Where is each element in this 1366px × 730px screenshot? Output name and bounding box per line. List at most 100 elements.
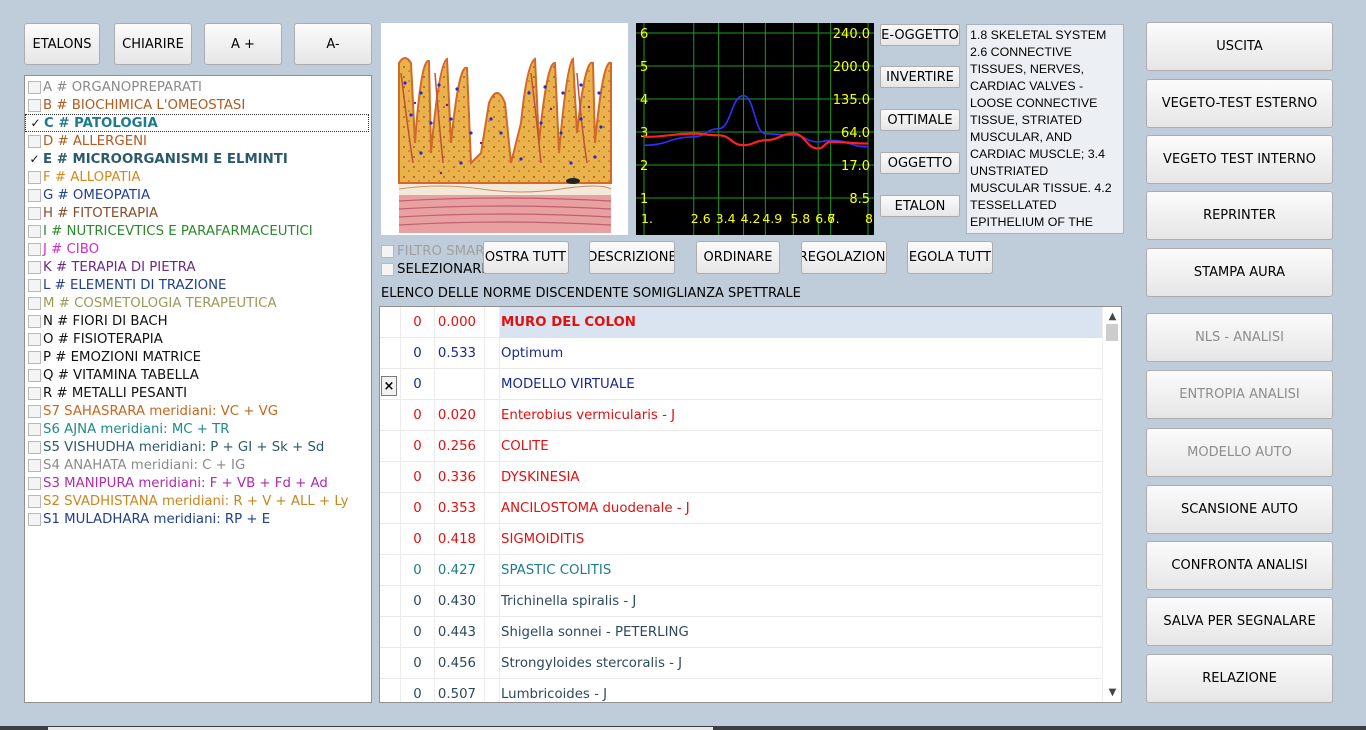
category-checkbox[interactable]	[28, 242, 41, 256]
category-item[interactable]: D # ALLERGENI	[25, 132, 371, 150]
category-checkbox[interactable]	[28, 224, 41, 238]
etalon-button[interactable]: ETALON	[880, 195, 960, 217]
category-checkbox[interactable]	[28, 314, 41, 328]
scroll-down-icon[interactable]: ▼	[1106, 686, 1119, 699]
filtro-smart-checkbox[interactable]: FILTRO SMART	[381, 244, 492, 259]
category-checkbox[interactable]	[28, 368, 41, 382]
category-checkbox[interactable]	[28, 206, 41, 220]
selezionare-checkbox[interactable]: SELEZIONARE	[381, 262, 490, 277]
etalons-button[interactable]: ETALONS	[24, 23, 100, 65]
confronta-analisi-button[interactable]: CONFRONTA ANALISI	[1146, 541, 1333, 590]
category-checkbox[interactable]	[28, 476, 41, 490]
table-row[interactable]: 0 0.443 Shigella sonnei - PETERLING	[380, 617, 1102, 648]
table-row[interactable]: 0 0.533 Optimum	[380, 338, 1102, 369]
relazione-button[interactable]: RELAZIONE	[1146, 654, 1333, 703]
e-oggetto-button[interactable]: E-OGGETTO	[880, 24, 960, 46]
scroll-up-icon[interactable]: ▲	[1106, 310, 1119, 323]
category-checkbox[interactable]	[28, 170, 41, 184]
salva-per-segnalare-button[interactable]: SALVA PER SEGNALARE	[1146, 597, 1333, 646]
table-row[interactable]: 0 0.456 Strongyloides stercoralis - J	[380, 648, 1102, 679]
category-item[interactable]: S1 MULADHARA meridiani: RP + E	[25, 510, 371, 528]
selezionare-box[interactable]	[381, 263, 394, 276]
category-checkbox[interactable]	[28, 332, 41, 346]
font-increase-button[interactable]: A +	[204, 23, 282, 65]
category-item[interactable]: M # COSMETOLOGIA TERAPEUTICA	[25, 294, 371, 312]
uscita-button[interactable]: USCITA	[1146, 22, 1333, 71]
category-item[interactable]: ✓ C # PATOLOGIA	[25, 114, 369, 132]
category-item[interactable]: O # FISIOTERAPIA	[25, 330, 371, 348]
entropia-analisi-button[interactable]: ENTROPIA ANALISI	[1146, 370, 1333, 419]
nls-analisi-button[interactable]: NLS - ANALISI	[1146, 313, 1333, 362]
category-checkbox[interactable]	[28, 134, 41, 148]
category-item[interactable]: R # METALLI PESANTI	[25, 384, 371, 402]
category-item[interactable]: B # BIOCHIMICA L'OMEOSTASI	[25, 96, 371, 114]
norm-table[interactable]: 0 0.000 MURO DEL COLON 0 0.533 Optimum × 0 MODEL…	[379, 306, 1122, 703]
category-list[interactable]: A # ORGANOPREPARATI B # BIOCHIMICA L'OMEO…	[24, 75, 372, 703]
table-row[interactable]: 0 0.336 DYSKINESIA	[380, 462, 1102, 493]
category-item[interactable]: P # EMOZIONI MATRICE	[25, 348, 371, 366]
remove-row-button[interactable]: ×	[381, 376, 397, 396]
category-checkbox[interactable]	[28, 260, 41, 274]
chiarire-button[interactable]: CHIARIRE	[114, 23, 192, 65]
category-item[interactable]: S5 VISHUDHA meridiani: P + GI + Sk + Sd	[25, 438, 371, 456]
category-item[interactable]: Q # VITAMINA TABELLA	[25, 366, 371, 384]
stampa-aura-button[interactable]: STAMPA AURA	[1146, 248, 1333, 297]
category-item[interactable]: S4 ANAHATA meridiani: C + IG	[25, 456, 371, 474]
category-item[interactable]: S6 AJNA meridiani: MC + TR	[25, 420, 371, 438]
table-row[interactable]: 0 0.427 SPASTIC COLITIS	[380, 555, 1102, 586]
vegeto-test-interno-button[interactable]: VEGETO TEST INTERNO	[1146, 135, 1333, 184]
modello-auto-button[interactable]: MODELLO AUTO	[1146, 428, 1333, 477]
category-item[interactable]: ✓ E # MICROORGANISMI E ELMINTI	[25, 150, 371, 168]
category-checkbox[interactable]: ✓	[28, 152, 41, 166]
category-checkbox[interactable]	[28, 278, 41, 292]
category-item[interactable]: I # NUTRICEVTICS E PARAFARMACEUTICI	[25, 222, 371, 240]
category-item[interactable]: G # OMEOPATIA	[25, 186, 371, 204]
category-checkbox[interactable]	[28, 98, 41, 112]
reprinter-button[interactable]: REPRINTER	[1146, 191, 1333, 240]
category-item[interactable]: A # ORGANOPREPARATI	[25, 78, 371, 96]
category-item[interactable]: F # ALLOPATIA	[25, 168, 371, 186]
category-checkbox[interactable]	[28, 350, 41, 364]
oggetto-button[interactable]: OGGETTO	[880, 152, 960, 174]
category-item[interactable]: L # ELEMENTI DI TRAZIONE	[25, 276, 371, 294]
category-checkbox[interactable]	[28, 494, 41, 508]
font-decrease-button[interactable]: A-	[294, 23, 372, 65]
scansione-auto-button[interactable]: SCANSIONE AUTO	[1146, 485, 1333, 534]
regolazioni-button[interactable]: REGOLAZIONI	[801, 241, 887, 274]
invertire-button[interactable]: INVERTIRE	[880, 66, 960, 88]
ordinare-button[interactable]: ORDINARE	[696, 241, 780, 274]
category-checkbox[interactable]	[28, 296, 41, 310]
category-checkbox[interactable]	[28, 188, 41, 202]
category-checkbox[interactable]	[28, 440, 41, 454]
ottimale-button[interactable]: OTTIMALE	[880, 109, 960, 131]
category-checkbox[interactable]	[28, 80, 41, 94]
vegeto-test-esterno-button[interactable]: VEGETO-TEST ESTERNO	[1146, 79, 1333, 128]
category-checkbox[interactable]	[28, 386, 41, 400]
table-row[interactable]: 0 0.000 MURO DEL COLON	[380, 307, 1102, 338]
category-item[interactable]: S3 MANIPURA meridiani: F + VB + Fd + Ad	[25, 474, 371, 492]
category-item[interactable]: K # TERAPIA DI PIETRA	[25, 258, 371, 276]
scroll-thumb[interactable]	[1106, 324, 1118, 341]
mostra-tutti-button[interactable]: OSTRA TUTT	[483, 241, 569, 274]
category-checkbox[interactable]: ✓	[29, 116, 42, 130]
table-row[interactable]: × 0 MODELLO VIRTUALE	[380, 369, 1102, 400]
category-checkbox[interactable]	[28, 458, 41, 472]
table-row[interactable]: 0 0.507 Lumbricoides - J	[380, 679, 1102, 702]
category-checkbox[interactable]	[28, 404, 41, 418]
table-row[interactable]: 0 0.020 Enterobius vermicularis - J	[380, 400, 1102, 431]
table-row[interactable]: 0 0.418 SIGMOIDITIS	[380, 524, 1102, 555]
table-row[interactable]: 0 0.353 ANCILOSTOMA duodenale - J	[380, 493, 1102, 524]
vertical-scrollbar[interactable]: ▲ ▼	[1102, 307, 1121, 702]
regola-tutti-button[interactable]: EGOLA TUTT	[907, 241, 993, 274]
descrizione-button[interactable]: DESCRIZIONE	[589, 241, 675, 274]
category-checkbox[interactable]	[28, 422, 41, 436]
category-item[interactable]: S7 SAHASRARA meridiani: VC + VG	[25, 402, 371, 420]
category-item[interactable]: J # CIBO	[25, 240, 371, 258]
table-row[interactable]: 0 0.256 COLITE	[380, 431, 1102, 462]
category-item[interactable]: N # FIORI DI BACH	[25, 312, 371, 330]
table-row[interactable]: 0 0.430 Trichinella spiralis - J	[380, 586, 1102, 617]
category-item[interactable]: H # FITOTERAPIA	[25, 204, 371, 222]
category-item[interactable]: S2 SVADHISTANA meridiani: R + V + ALL + …	[25, 492, 371, 510]
filtro-smart-box[interactable]	[381, 245, 394, 258]
category-checkbox[interactable]	[28, 512, 41, 526]
